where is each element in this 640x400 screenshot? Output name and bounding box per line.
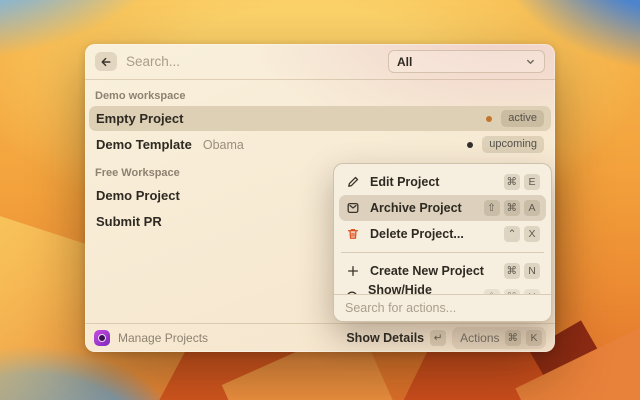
desktop-wallpaper: Search... All Demo workspace Empty Proje… (0, 0, 640, 400)
menu-item-label: Create New Project (370, 264, 484, 278)
launcher-window: Search... All Demo workspace Empty Proje… (85, 44, 555, 352)
list-item-title: Demo Template (96, 137, 192, 152)
status-badge: upcoming (482, 135, 544, 154)
status-dot-active (486, 115, 493, 122)
plus-icon (345, 263, 361, 279)
shortcut-keys: ⌘ E (503, 174, 540, 190)
keycap: A (524, 200, 540, 216)
app-logo-icon (94, 330, 110, 346)
list-item-title: Submit PR (96, 214, 162, 229)
keycap: ⌘ (503, 200, 520, 216)
actions-button-label: Actions (460, 331, 500, 345)
top-bar: Search... All (85, 44, 555, 80)
list-item-title: Demo Project (96, 188, 180, 203)
archive-icon (345, 200, 361, 216)
keycap: ⇧ (483, 289, 500, 294)
keycap: ⌘ (503, 174, 520, 190)
keycap: X (524, 226, 540, 242)
menu-item-edit-project[interactable]: Edit Project ⌘ E (339, 169, 546, 195)
trash-icon (345, 226, 361, 242)
actions-menu: Edit Project ⌘ E Archive Project ⇧ ⌘ A D… (333, 163, 552, 322)
keycap: E (524, 174, 540, 190)
actions-menu-list: Edit Project ⌘ E Archive Project ⇧ ⌘ A D… (334, 164, 551, 294)
filter-dropdown[interactable]: All (388, 50, 545, 73)
filter-dropdown-value: All (397, 54, 413, 69)
footer-bar: Manage Projects Show Details ↵ Actions ⌘… (85, 323, 555, 352)
shortcut-keys: ⇧ ⌘ A (483, 200, 540, 216)
keycap: K (526, 330, 542, 346)
menu-item-label: Delete Project... (370, 227, 464, 241)
section-header: Demo workspace (95, 90, 186, 102)
actions-search-input[interactable]: Search for actions... (334, 294, 551, 321)
keycap: H (524, 289, 540, 294)
search-input[interactable]: Search... (126, 54, 379, 69)
keycap: ⇧ (483, 200, 500, 216)
chevron-down-icon (527, 59, 534, 64)
show-details-button[interactable]: Show Details (346, 331, 424, 345)
status-dot-upcoming (467, 141, 474, 148)
shortcut-keys: ⌘ N (503, 263, 540, 279)
back-button[interactable] (95, 52, 117, 71)
menu-item-label: Show/Hide Projects... (368, 283, 432, 294)
list-item-subtitle: Obama (202, 137, 244, 152)
menu-item-delete-project[interactable]: Delete Project... ⌃ X (339, 221, 546, 247)
list-item-empty-project[interactable]: Empty Project active (89, 106, 551, 131)
list-item-demo-template[interactable]: Demo Template Obama upcoming (89, 132, 551, 157)
list-item-title: Empty Project (96, 111, 184, 126)
keycap: N (524, 263, 540, 279)
pencil-icon (345, 174, 361, 190)
keycap: ⌘ (503, 289, 520, 294)
keycap: ⌘ (504, 330, 521, 346)
menu-item-label: Archive Project (370, 201, 462, 215)
menu-divider (341, 252, 544, 253)
arrow-left-icon (101, 57, 111, 66)
footer-app-label: Manage Projects (118, 331, 209, 345)
menu-item-create-new-project[interactable]: Create New Project ⌘ N (339, 258, 546, 284)
keycap: ⌘ (503, 263, 520, 279)
shortcut-keys: ⇧ ⌘ H (483, 289, 540, 294)
shortcut-keys: ⌃ X (504, 226, 540, 242)
menu-item-archive-project[interactable]: Archive Project ⇧ ⌘ A (339, 195, 546, 221)
keycap: ⌃ (504, 226, 520, 242)
actions-button[interactable]: Actions ⌘ K (452, 327, 546, 349)
return-keycap: ↵ (430, 330, 447, 346)
menu-item-label: Edit Project (370, 175, 440, 189)
status-badge: active (501, 109, 544, 128)
menu-item-show-hide-projects[interactable]: Show/Hide Projects... ⇧ ⌘ H (339, 283, 546, 294)
